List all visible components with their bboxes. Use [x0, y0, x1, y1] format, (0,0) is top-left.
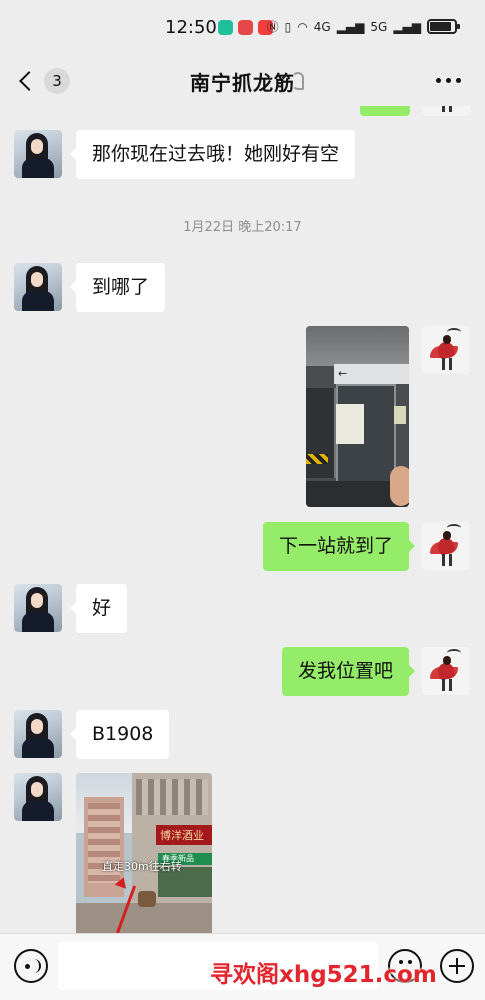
status-bar: 12:50 Ⓝ ▯ ◠ 4G ▂▄▆ 5G ▂▄▆ [0, 0, 485, 56]
status-icons: Ⓝ ▯ ◠ 4G ▂▄▆ 5G ▂▄▆ [266, 18, 460, 35]
vibrate-icon: ▯ [284, 19, 292, 34]
contact-avatar[interactable] [14, 130, 62, 178]
shop-sign-text: 博洋酒业 [160, 829, 204, 842]
my-avatar[interactable] [422, 522, 470, 570]
my-avatar[interactable] [422, 106, 470, 116]
ear-icon [292, 72, 304, 90]
chat-header: 3 南宁抓龙筋 [0, 56, 485, 106]
my-avatar[interactable] [422, 326, 470, 374]
watermark: 寻欢阁xhg521.com [210, 962, 437, 988]
voice-wave-icon [27, 959, 41, 973]
voice-input-button[interactable] [14, 949, 48, 983]
message-bubble-incoming[interactable]: 到哪了 [69, 263, 166, 312]
street-photo-message[interactable]: 博洋酒业 春季新品 直走30m往右转 [76, 773, 212, 933]
dot-icon [436, 78, 441, 83]
message-bubble-incoming[interactable]: 那你现在过去哦！她刚好有空 [69, 130, 356, 179]
contact-avatar[interactable] [14, 584, 62, 632]
battery-icon [427, 19, 460, 34]
app-notification-icon [218, 20, 233, 35]
signal-icon: ▂▄▆ [393, 19, 421, 34]
contact-avatar[interactable] [14, 710, 62, 758]
my-avatar[interactable] [422, 647, 470, 695]
signal-4g-label: 4G [313, 19, 331, 34]
dot-icon [456, 78, 461, 83]
app-notification-icon [238, 20, 253, 35]
partial-message-bubble [360, 106, 410, 116]
wifi-icon: ◠ [297, 19, 308, 34]
more-functions-button[interactable] [440, 949, 474, 983]
timestamp-divider: 1月22日 晚上20:17 [183, 220, 302, 235]
more-options-button[interactable] [436, 78, 461, 83]
signal-5g-label: 5G [370, 19, 388, 34]
message-bubble-incoming[interactable]: 好 [69, 584, 128, 633]
contact-avatar[interactable] [14, 773, 62, 821]
chat-title: 南宁抓龙筋 [190, 71, 295, 95]
photo-caption: 直走30m往右转 [102, 860, 182, 873]
message-bubble-incoming[interactable]: B1908 [69, 710, 170, 759]
arrow-left-icon: ← [338, 367, 348, 380]
contact-avatar[interactable] [14, 263, 62, 311]
metro-photo-message[interactable]: ← [306, 326, 409, 507]
message-bubble-outgoing[interactable]: 下一站就到了 [262, 522, 416, 571]
message-list[interactable]: 那你现在过去哦！她刚好有空 1月22日 晚上20:17 到哪了 ← 下一站就到了… [0, 106, 485, 933]
message-bubble-outgoing[interactable]: 发我位置吧 [281, 647, 416, 696]
status-time: 12:50 [165, 17, 217, 38]
nfc-icon: Ⓝ [266, 20, 279, 34]
signal-icon: ▂▄▆ [336, 19, 365, 34]
dot-icon [446, 78, 451, 83]
